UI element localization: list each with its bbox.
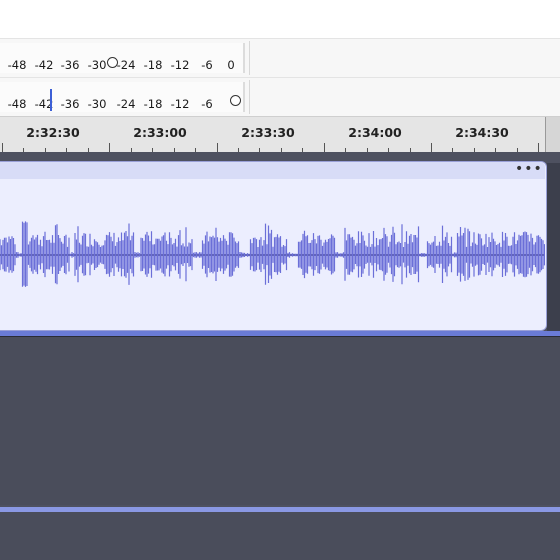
empty-track[interactable] — [0, 337, 560, 505]
meter-db-label: -6 — [201, 97, 213, 111]
meter-db-label: -6 — [201, 58, 213, 72]
meter-db-label: -36 — [60, 58, 80, 72]
playback-meter-scale: -48 -42 -36 -30 -24 -18 -12 -6 — [0, 82, 245, 112]
slider-knob-icon[interactable] — [230, 95, 241, 106]
timeline-label: 2:34:00 — [348, 125, 402, 140]
timeline-label: 2:33:30 — [241, 125, 295, 140]
meter-db-label: -48 — [7, 58, 27, 72]
playback-meter[interactable]: -48 -42 -36 -30 -24 -18 -12 -6 — [0, 77, 560, 117]
meter-db-label: -18 — [143, 97, 163, 111]
slider-knob-icon[interactable] — [107, 57, 118, 68]
timeline-label: 2:33:00 — [133, 125, 187, 140]
meter-db-label: -30 — [87, 97, 107, 111]
playback-level-cursor — [50, 89, 52, 111]
timeline-label: 2:34:30 — [455, 125, 509, 140]
timeline-label: 2:32:30 — [26, 125, 80, 140]
top-toolbar-area — [0, 0, 560, 38]
clip-menu-icon[interactable]: ••• — [515, 161, 543, 177]
meter-db-label: -36 — [60, 97, 80, 111]
meter-db-label: -24 — [116, 97, 136, 111]
meter-db-label: -24 — [116, 58, 136, 72]
meter-db-label: -18 — [143, 58, 163, 72]
meter-db-label: -30 — [87, 58, 107, 72]
waveform — [0, 221, 545, 287]
meter-db-label: -42 — [34, 58, 54, 72]
meter-db-label: -12 — [170, 97, 190, 111]
waveform-signal — [0, 221, 545, 287]
meter-db-label: 0 — [227, 58, 235, 72]
meter-db-label: -12 — [170, 58, 190, 72]
timeline-scroll-edge — [545, 117, 560, 153]
recording-meter[interactable]: -48 -42 -36 -30 -24 -18 -12 -6 0 — [0, 38, 560, 78]
clip-edge-shadow — [547, 163, 560, 331]
meter-divider — [249, 80, 250, 114]
timeline-ruler[interactable]: 2:32:30 2:33:00 2:33:30 2:34:00 2:34:30 — [0, 116, 560, 153]
meter-db-label: -48 — [7, 97, 27, 111]
meter-divider — [249, 41, 250, 75]
empty-track[interactable] — [0, 512, 560, 560]
clip-header[interactable] — [0, 162, 545, 179]
recording-meter-scale: -48 -42 -36 -30 -24 -18 -12 -6 0 — [0, 43, 245, 73]
